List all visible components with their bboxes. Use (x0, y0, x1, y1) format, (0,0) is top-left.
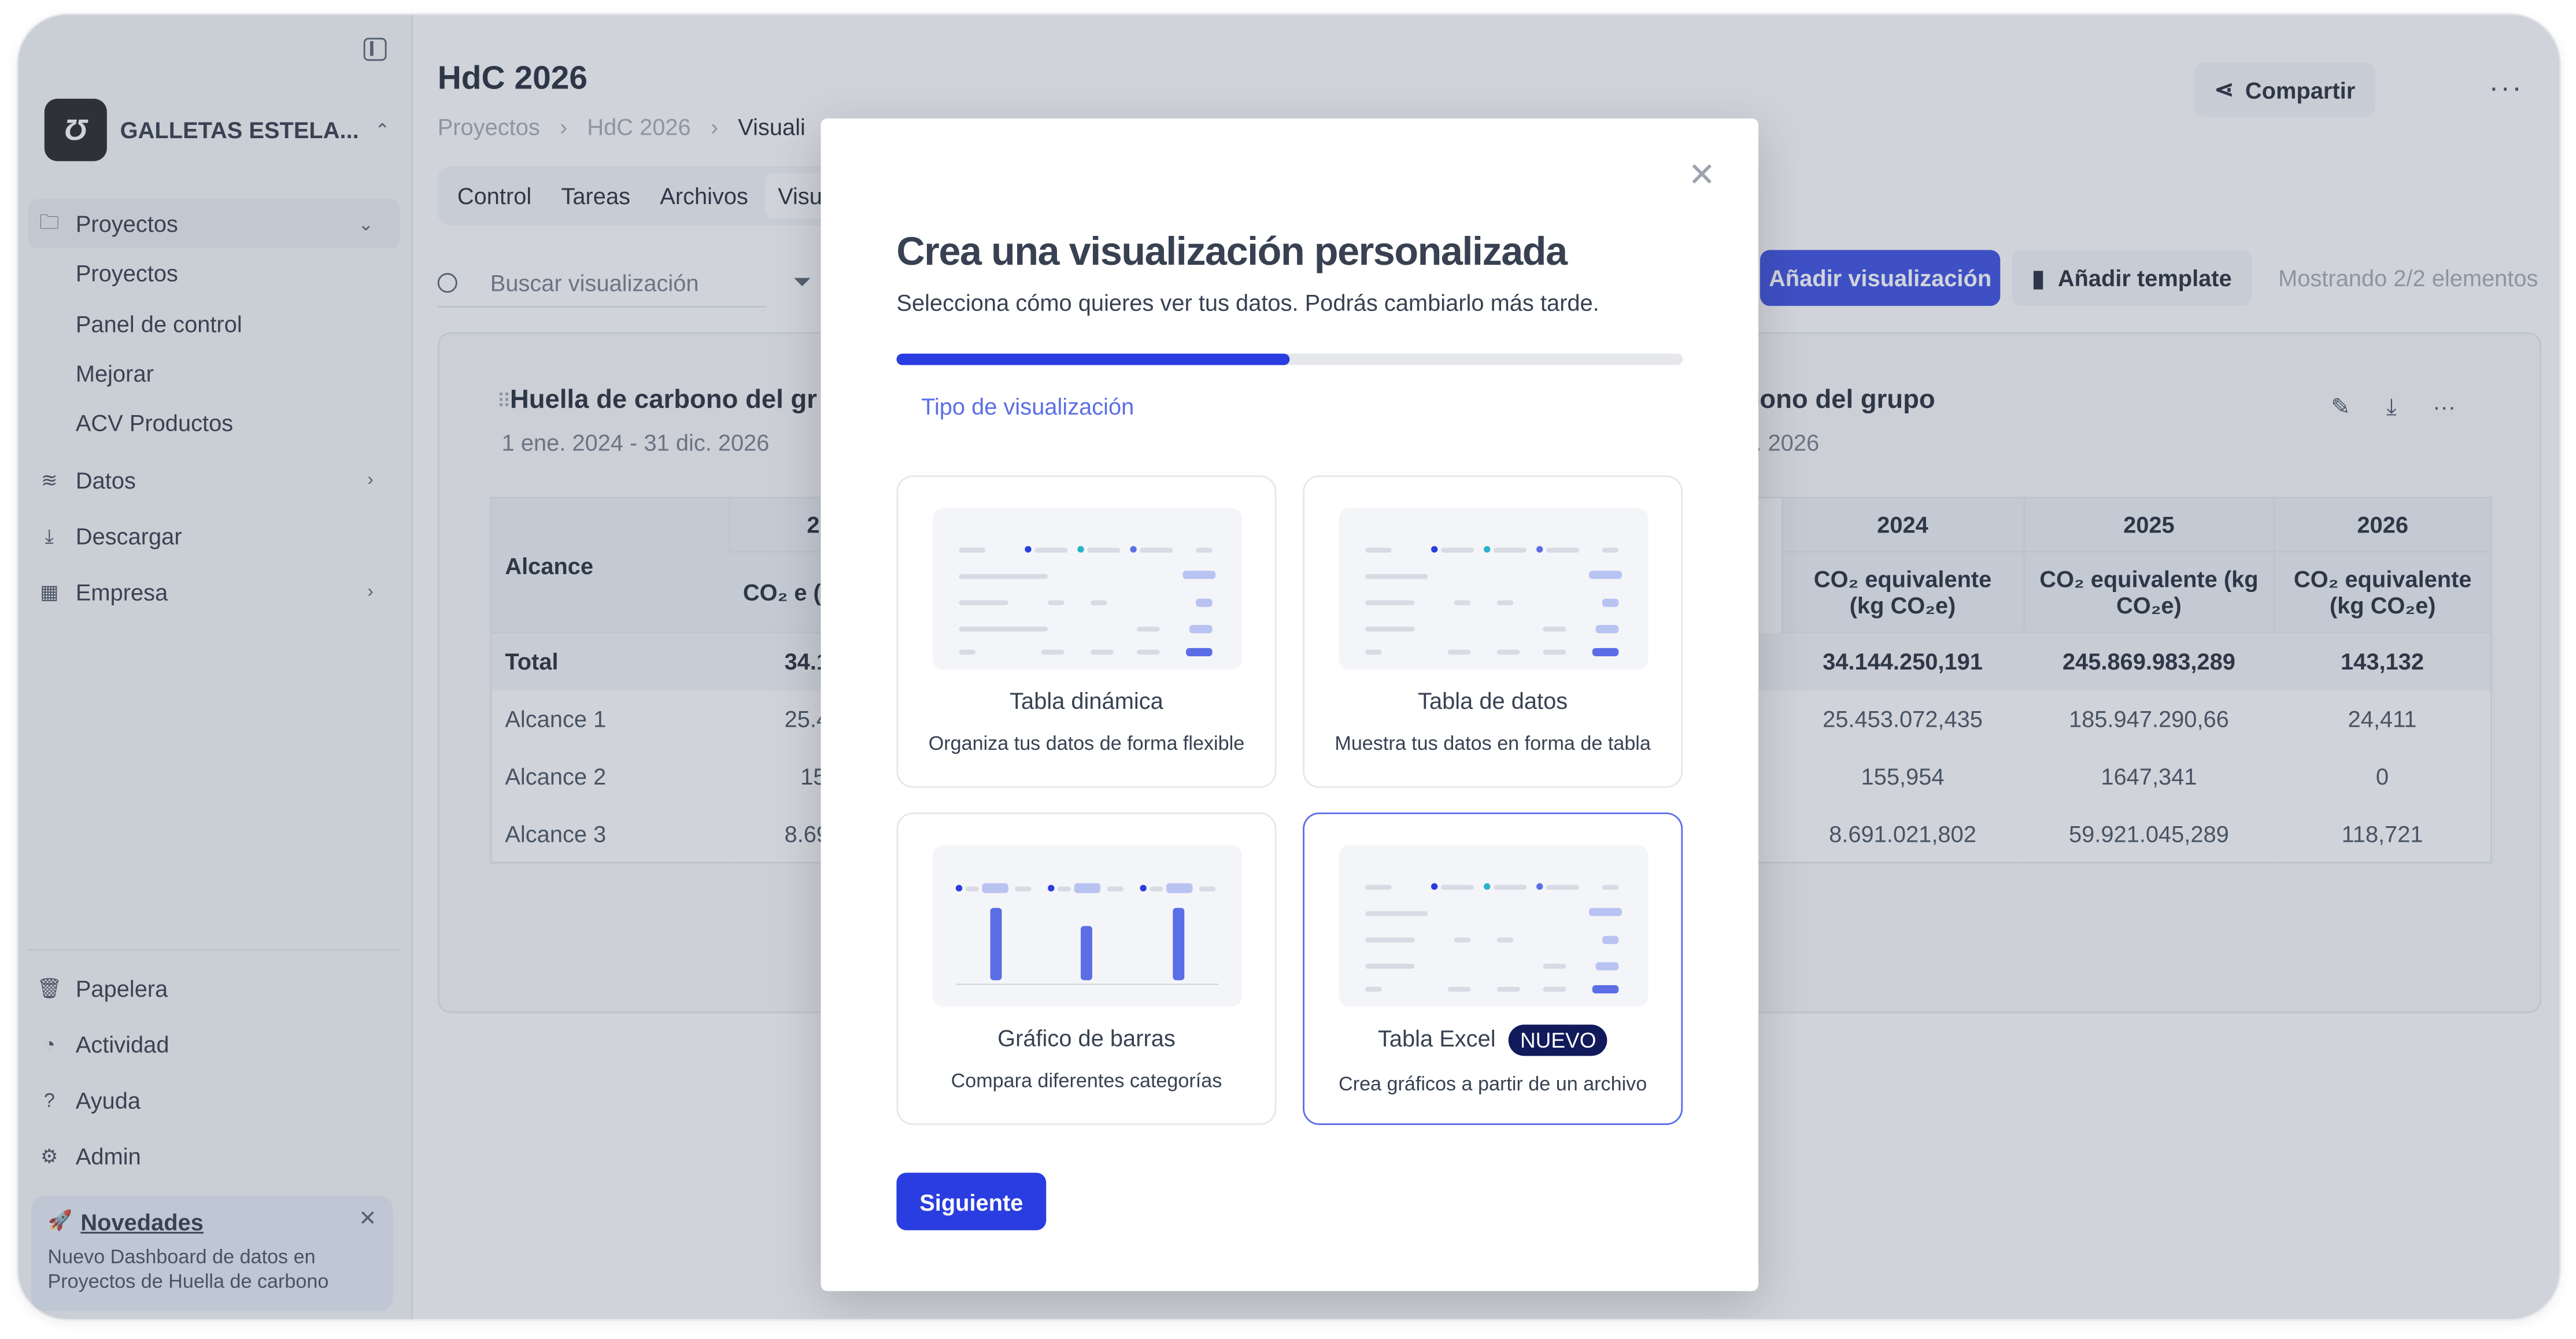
option-name: Gráfico de barras (997, 1024, 1176, 1051)
create-visualization-modal: ✕ Crea una visualización personalizada S… (821, 118, 1759, 1292)
option-desc: Crea gráficos a partir de un archivo (1339, 1072, 1647, 1096)
next-button[interactable]: Siguiente (896, 1172, 1047, 1230)
option-name: Tabla de datos (1418, 687, 1568, 714)
new-badge: NUEVO (1509, 1024, 1608, 1056)
option-pivot-table[interactable]: Tabla dinámica Organiza tus datos de for… (896, 475, 1277, 788)
option-desc: Muestra tus datos en forma de tabla (1335, 731, 1651, 755)
option-data-table[interactable]: Tabla de datos Muestra tus datos en form… (1303, 475, 1683, 788)
option-desc: Organiza tus datos de forma flexible (928, 731, 1245, 755)
option-name: Tabla dinámica (1010, 687, 1163, 714)
data-table-preview (1339, 508, 1649, 670)
close-icon[interactable]: ✕ (1688, 154, 1716, 195)
step-label: Tipo de visualización (921, 393, 1134, 420)
pivot-table-preview (933, 508, 1242, 670)
progress-bar (896, 353, 1683, 365)
excel-table-preview (1339, 845, 1649, 1007)
progress-fill (896, 353, 1290, 365)
bar-chart-preview (933, 845, 1242, 1007)
option-bar-chart[interactable]: Gráfico de barras Compara diferentes cat… (896, 812, 1277, 1125)
modal-title: Crea una visualización personalizada (896, 230, 1568, 275)
modal-subtitle: Selecciona cómo quieres ver tus datos. P… (896, 289, 1599, 316)
option-name-row: Tabla Excel NUEVO (1304, 1024, 1681, 1056)
option-name: Tabla Excel (1377, 1024, 1496, 1052)
option-desc: Compara diferentes categorías (951, 1069, 1222, 1092)
app-window: Ʊ GALLETAS ESTELA... ⌃ 🗀 Proyectos ⌄ Pro… (18, 14, 2560, 1319)
option-excel-table[interactable]: Tabla Excel NUEVO Crea gráficos a partir… (1303, 812, 1683, 1125)
